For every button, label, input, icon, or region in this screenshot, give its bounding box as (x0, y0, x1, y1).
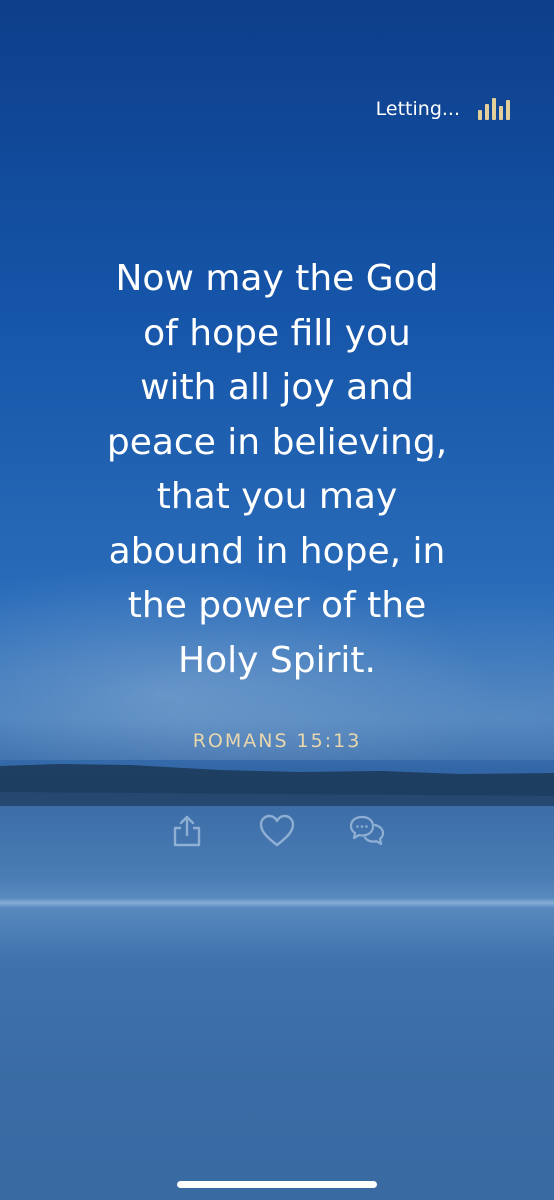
verse-line: Holy Spirit. (178, 639, 376, 681)
status-indicator[interactable]: Letting... (376, 98, 510, 120)
verse-line: abound in hope, in (108, 530, 446, 572)
verse-line: with all joy and (140, 367, 414, 408)
verse-reference: ROMANS 15:13 (192, 730, 362, 752)
verse-line: of hope fill you (143, 312, 411, 354)
water (0, 806, 554, 1200)
equalizer-icon (478, 98, 510, 120)
verse-line: the power of the (127, 585, 427, 626)
status-label: Letting... (375, 98, 460, 120)
verse-line: peace in believing, (106, 421, 448, 463)
heart-icon (259, 814, 295, 847)
chat-button[interactable] (348, 812, 386, 850)
verse-text: Now may the God of hope fill you with al… (50, 252, 504, 688)
shoreline (0, 764, 554, 806)
action-bar (0, 812, 554, 850)
verse-line: Now may the God (115, 258, 439, 299)
home-indicator[interactable] (177, 1181, 377, 1188)
chat-icon (349, 815, 385, 846)
like-button[interactable] (258, 812, 296, 850)
verse-line: that you may (156, 476, 398, 517)
share-icon (173, 815, 201, 847)
share-button[interactable] (168, 812, 206, 850)
